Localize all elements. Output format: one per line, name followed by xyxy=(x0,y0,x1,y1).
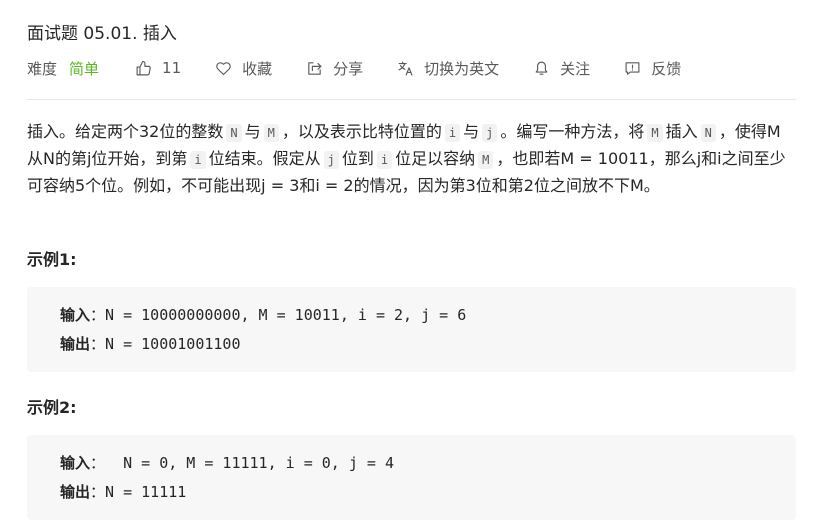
share-button[interactable]: 分享 xyxy=(306,58,363,79)
output-label: 输出 xyxy=(60,483,91,501)
inline-code: N xyxy=(700,124,716,142)
desc-text: 与 xyxy=(244,122,261,141)
desc-text: 插入。给定两个32位的整数 xyxy=(27,122,224,141)
example-2-output: ：N = 11111 xyxy=(90,483,187,501)
desc-text: 与 xyxy=(463,122,480,141)
desc-text: 位到 xyxy=(341,149,374,168)
inline-code: i xyxy=(444,124,461,142)
difficulty-value: 简单 xyxy=(69,59,100,78)
like-count: 11 xyxy=(162,59,182,77)
inline-code: N xyxy=(226,124,242,142)
example-1-output-line: 输出：N = 10001001100 xyxy=(60,330,796,359)
example-2-input: ： N = 0, M = 11111, i = 0, j = 4 xyxy=(90,454,395,472)
output-label: 输出 xyxy=(60,335,91,353)
feedback-button[interactable]: 反馈 xyxy=(624,58,681,79)
share-icon xyxy=(308,61,322,75)
inline-code: j xyxy=(482,124,498,142)
switch-language-label: 切换为英文 xyxy=(424,59,500,78)
example-1-output: ：N = 10001001100 xyxy=(90,335,241,353)
desc-text: 插入 xyxy=(665,122,698,141)
like-button[interactable]: 11 xyxy=(135,59,181,77)
inline-code: M xyxy=(647,124,663,142)
example-1-input: ：N = 10000000000, M = 10011, i = 2, j = … xyxy=(90,306,467,324)
inline-code: i xyxy=(190,151,206,169)
thumbs-up-icon xyxy=(136,60,151,75)
example-1-input-line: 输入：N = 10000000000, M = 10011, i = 2, j … xyxy=(60,301,796,330)
problem-meta-bar: 难度 简单 11 收藏 分享 切换为英文 关注 反馈 xyxy=(27,57,681,79)
example-1-code-block: 输入：N = 10000000000, M = 10011, i = 2, j … xyxy=(27,287,796,372)
header-divider xyxy=(27,99,796,100)
collect-button[interactable]: 收藏 xyxy=(215,58,272,79)
inline-code: j xyxy=(323,151,339,169)
bell-icon xyxy=(535,61,548,75)
example-2-title: 示例2: xyxy=(27,398,77,417)
share-label: 分享 xyxy=(333,59,364,78)
desc-text: 位结束。假定从 xyxy=(208,149,321,168)
difficulty-label: 难度 xyxy=(27,59,58,78)
follow-label: 关注 xyxy=(560,59,591,78)
example-2-output-line: 输出：N = 11111 xyxy=(60,478,796,507)
desc-text: 。编写一种方法，将 xyxy=(500,122,645,141)
problem-title: 面试题 05.01. 插入 xyxy=(27,24,177,44)
example-2-input-line: 输入： N = 0, M = 11111, i = 0, j = 4 xyxy=(60,449,796,478)
desc-text: 位足以容纳 xyxy=(395,149,476,168)
example-2-code-block: 输入： N = 0, M = 11111, i = 0, j = 4 输出：N … xyxy=(27,435,796,520)
follow-button[interactable]: 关注 xyxy=(533,58,590,79)
switch-language-button[interactable]: 切换为英文 xyxy=(397,58,499,79)
feedback-label: 反馈 xyxy=(651,59,682,78)
desc-text: ，以及表示比特位置的 xyxy=(281,122,442,141)
collect-label: 收藏 xyxy=(242,59,273,78)
feedback-icon xyxy=(625,61,640,75)
inline-code: M xyxy=(478,151,494,169)
translate-icon xyxy=(398,61,413,75)
heart-icon xyxy=(216,61,231,75)
example-1-title: 示例1: xyxy=(27,250,77,269)
problem-description: 插入。给定两个32位的整数 N 与 M ，以及表示比特位置的 i 与 j 。编写一种方法，将 M 插… xyxy=(27,119,792,199)
input-label: 输入 xyxy=(60,454,91,472)
input-label: 输入 xyxy=(60,306,91,324)
inline-code: i xyxy=(376,151,393,169)
inline-code: M xyxy=(263,124,279,142)
